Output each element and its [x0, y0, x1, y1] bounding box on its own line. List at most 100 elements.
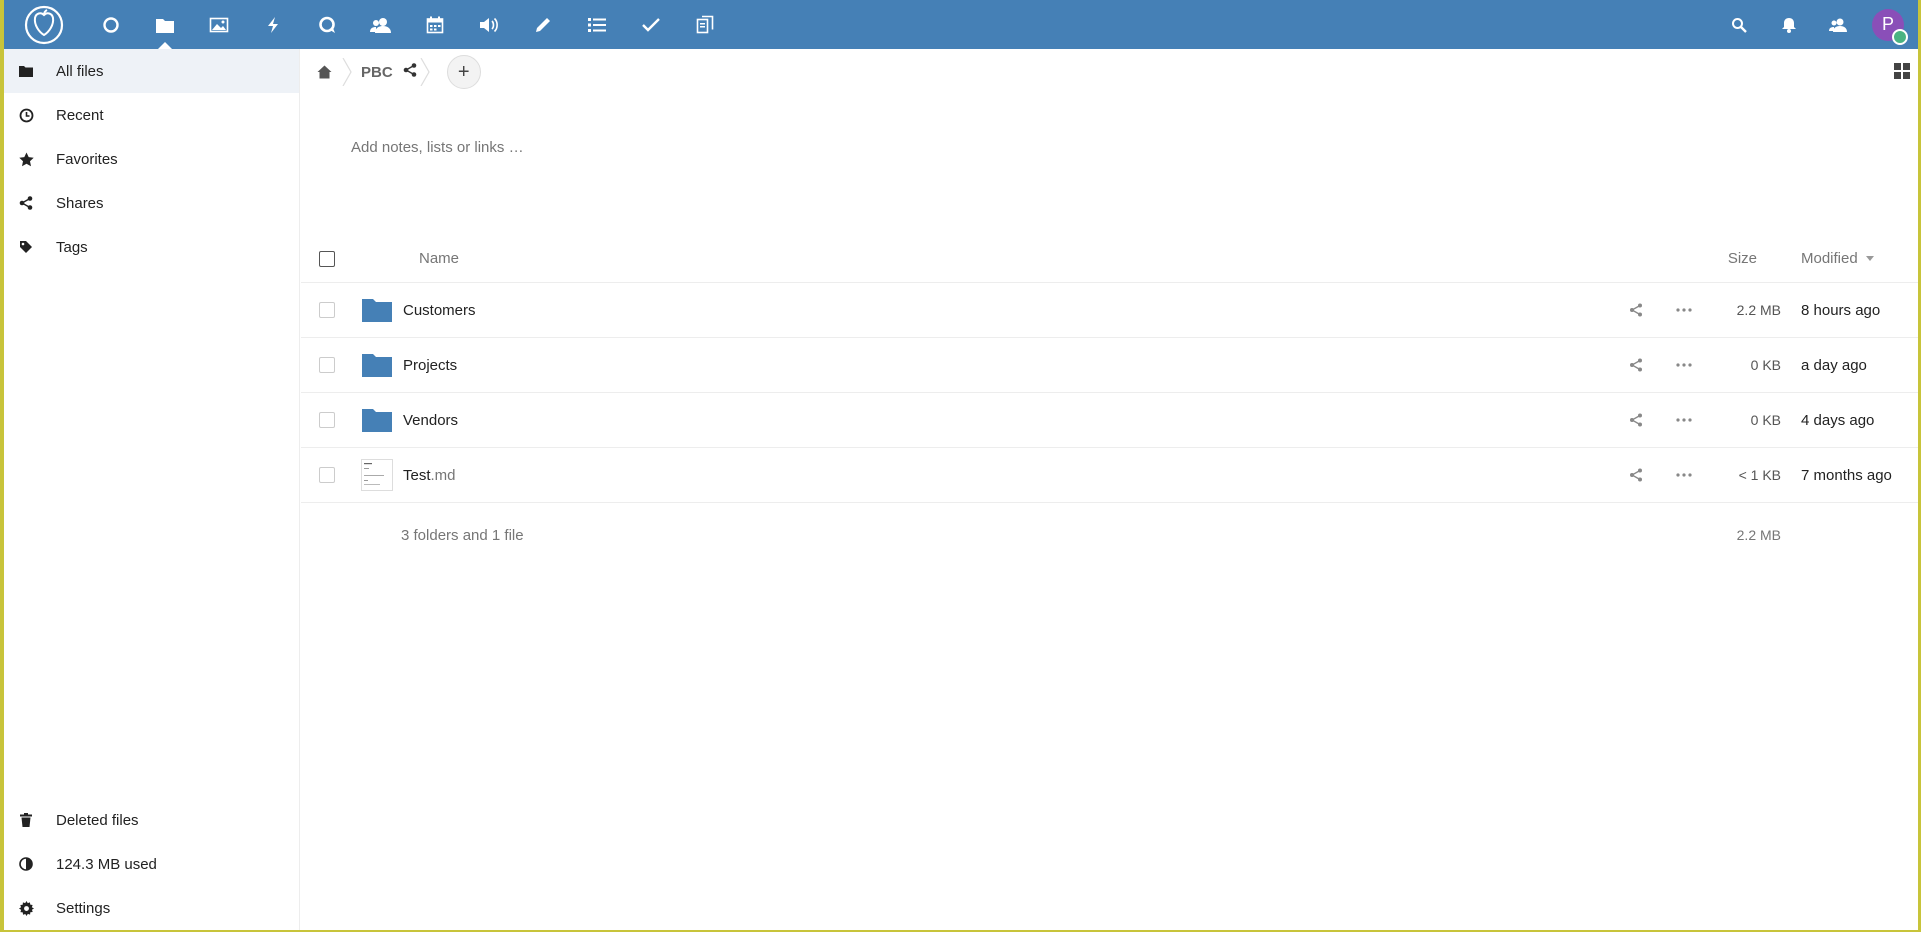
sidebar-item-label: Deleted files — [56, 811, 139, 829]
file-list-header: Name Size Modified — [301, 235, 1918, 283]
notes-icon[interactable] — [516, 0, 570, 49]
row-checkbox[interactable] — [319, 467, 335, 483]
file-name[interactable]: Projects — [403, 357, 457, 374]
row-checkbox[interactable] — [319, 302, 335, 318]
sidebar-item-settings[interactable]: Settings — [4, 886, 299, 930]
home-icon[interactable] — [315, 63, 333, 81]
folder-icon — [361, 404, 393, 436]
tasks-icon[interactable] — [624, 0, 678, 49]
sidebar-item-label: Shares — [56, 194, 104, 212]
folder-icon — [18, 63, 34, 79]
file-size: < 1 KB — [1738, 467, 1781, 483]
announcements-icon[interactable] — [462, 0, 516, 49]
avatar[interactable]: P — [1872, 8, 1908, 45]
file-size: 0 KB — [1750, 412, 1781, 428]
app-menu — [84, 0, 732, 49]
file-list-summary: 3 folders and 1 file 2.2 MB — [301, 503, 1918, 567]
talk-icon[interactable] — [300, 0, 354, 49]
folder-icon — [361, 294, 393, 326]
sidebar-item-favorites[interactable]: Favorites — [4, 137, 299, 181]
online-status-icon — [1892, 28, 1908, 45]
notifications-bell-icon[interactable] — [1764, 0, 1814, 49]
nextcloud-logo[interactable] — [20, 1, 68, 49]
sidebar: All files Recent Favorites Shares Tags D… — [4, 49, 300, 930]
file-name[interactable]: Vendors — [403, 412, 458, 429]
table-row[interactable]: Projects 0 KB a day ago — [301, 338, 1918, 393]
header-right: P — [1714, 0, 1918, 49]
new-file-button[interactable]: + — [446, 55, 481, 89]
clock-icon — [18, 107, 34, 123]
file-modified: 7 months ago — [1801, 466, 1892, 484]
column-modified-label: Modified — [1801, 250, 1858, 267]
share-icon[interactable] — [1612, 455, 1660, 495]
row-actions — [1612, 290, 1708, 330]
table-row[interactable]: Customers 2.2 MB 8 hours ago — [301, 283, 1918, 338]
star-icon — [18, 151, 34, 167]
top-bar: P — [4, 0, 1918, 49]
table-row[interactable]: Vendors 0 KB 4 days ago — [301, 393, 1918, 448]
sidebar-bottom: Deleted files 124.3 MB used Settings — [4, 798, 299, 930]
tag-icon — [18, 239, 34, 255]
select-all-checkbox[interactable] — [319, 250, 335, 267]
clipboard-icon[interactable] — [678, 0, 732, 49]
main-content: PBC + Add notes, lists or links … Name S… — [301, 49, 1918, 930]
quota-icon — [18, 856, 34, 872]
trash-icon — [18, 812, 34, 828]
photos-icon[interactable] — [192, 0, 246, 49]
deck-icon[interactable] — [570, 0, 624, 49]
table-row[interactable]: Test.md < 1 KB 7 months ago — [301, 448, 1918, 503]
row-actions — [1612, 400, 1708, 440]
file-modified: 4 days ago — [1801, 411, 1875, 429]
calendar-icon[interactable] — [408, 0, 462, 49]
sidebar-item-deleted-files[interactable]: Deleted files — [4, 798, 299, 842]
breadcrumb-separator — [342, 58, 352, 86]
summary-text: 3 folders and 1 file — [401, 526, 524, 544]
markdown-file-thumbnail-icon — [361, 459, 393, 491]
summary-size: 2.2 MB — [1736, 527, 1781, 543]
folder-icon — [361, 349, 393, 381]
share-icon[interactable] — [1612, 400, 1660, 440]
files-app-icon[interactable] — [138, 0, 192, 49]
share-icon[interactable] — [403, 62, 417, 82]
rich-workspace-notes[interactable]: Add notes, lists or links … — [351, 139, 524, 156]
plus-icon: + — [457, 60, 470, 83]
sidebar-item-label: Favorites — [56, 150, 118, 168]
quota-label: 124.3 MB used — [56, 855, 157, 873]
file-name[interactable]: Test.md — [403, 467, 456, 484]
sidebar-item-label: Recent — [56, 106, 104, 124]
file-size: 0 KB — [1750, 357, 1781, 373]
contacts-icon[interactable] — [354, 0, 408, 49]
file-modified: a day ago — [1801, 356, 1867, 374]
column-size[interactable]: Size — [1728, 250, 1757, 267]
share-icon[interactable] — [1612, 345, 1660, 385]
search-icon[interactable] — [1714, 0, 1764, 49]
row-actions — [1612, 455, 1708, 495]
row-checkbox[interactable] — [319, 412, 335, 428]
share-icon[interactable] — [1612, 290, 1660, 330]
activity-icon[interactable] — [246, 0, 300, 49]
sidebar-item-tags[interactable]: Tags — [4, 225, 299, 269]
sidebar-item-label: All files — [56, 62, 104, 80]
breadcrumb-separator — [420, 58, 430, 86]
column-name[interactable]: Name — [419, 250, 459, 267]
file-name[interactable]: Customers — [403, 302, 476, 319]
contacts-menu-icon[interactable] — [1814, 0, 1864, 49]
sidebar-item-label: Settings — [56, 899, 111, 917]
sort-down-icon — [1865, 256, 1874, 261]
grid-view-icon[interactable] — [1894, 63, 1910, 79]
dashboard-icon[interactable] — [84, 0, 138, 49]
sidebar-item-quota: 124.3 MB used — [4, 842, 299, 886]
sidebar-item-all-files[interactable]: All files — [4, 49, 299, 93]
sidebar-item-recent[interactable]: Recent — [4, 93, 299, 137]
row-actions — [1612, 345, 1708, 385]
sidebar-item-shares[interactable]: Shares — [4, 181, 299, 225]
breadcrumb: PBC + — [301, 49, 1918, 95]
sidebar-item-label: Tags — [56, 238, 88, 256]
gear-icon — [18, 900, 34, 916]
share-icon — [18, 195, 34, 211]
file-list: Name Size Modified Customers 2.2 MB 8 ho… — [301, 235, 1918, 567]
row-checkbox[interactable] — [319, 357, 335, 373]
breadcrumb-current[interactable]: PBC — [361, 64, 393, 81]
file-size: 2.2 MB — [1736, 302, 1781, 318]
column-modified[interactable]: Modified — [1801, 250, 1874, 267]
